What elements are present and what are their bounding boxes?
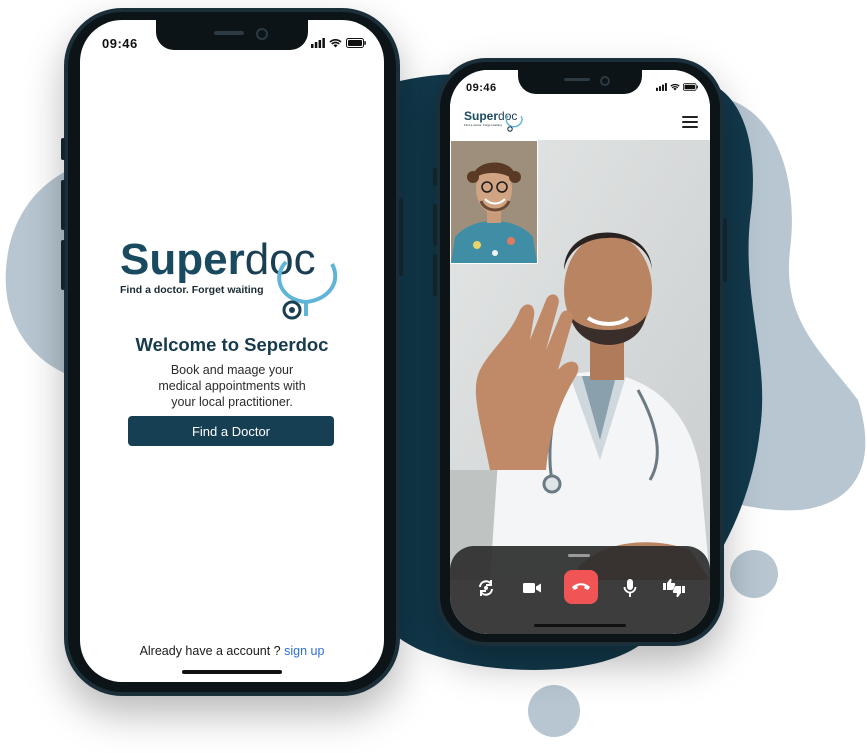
side-button: [61, 180, 65, 230]
phone-left: 09:46 Superdoc Find a doctor. Forget wai…: [61, 8, 403, 696]
switch-camera-button[interactable]: [470, 572, 502, 604]
phone-right: 09:46 Superdoc Find a doctor. Forget wai…: [433, 58, 727, 646]
home-indicator: [182, 670, 282, 674]
microphone-icon: [623, 579, 637, 597]
phone-left-screen: 09:46 Superdoc Find a doctor. Forget wai…: [80, 20, 384, 682]
thumbs-icon: [663, 578, 685, 598]
switch-camera-icon: [479, 580, 493, 596]
logo-text-super: Super: [464, 109, 499, 123]
video-feed-doctor: [450, 140, 710, 580]
battery-icon: [683, 83, 698, 91]
status-icons: [656, 83, 698, 91]
drag-handle[interactable]: [568, 554, 590, 557]
call-controls-bar: [450, 546, 710, 634]
small-circle-right: [730, 550, 778, 598]
wifi-icon: [670, 84, 680, 91]
signup-link[interactable]: sign up: [284, 644, 324, 658]
side-button: [723, 218, 727, 282]
wifi-icon: [329, 39, 342, 48]
logo-tagline: Find a doctor. Forget waiting: [120, 284, 264, 296]
header-logo[interactable]: Superdoc Find a doctor. Forget waiting: [464, 110, 534, 134]
stethoscope-icon: [505, 115, 523, 132]
side-button: [433, 168, 437, 186]
status-time: 09:46: [466, 82, 497, 94]
end-call-icon: [572, 583, 590, 590]
battery-icon: [346, 38, 366, 48]
find-doctor-button[interactable]: Find a Doctor: [128, 416, 334, 446]
feedback-button[interactable]: [658, 572, 690, 604]
welcome-description: Book and maage your medical appointments…: [80, 362, 384, 410]
side-button: [433, 204, 437, 246]
side-button: [433, 254, 437, 296]
description-line: your local practitioner.: [171, 395, 293, 409]
stethoscope-icon: [277, 260, 338, 320]
status-time: 09:46: [102, 36, 138, 51]
side-button: [61, 240, 65, 290]
signup-prompt: Already have a account ?: [139, 644, 281, 658]
video-camera-icon: [523, 583, 541, 593]
side-button: [399, 198, 403, 276]
menu-button[interactable]: [682, 116, 698, 131]
logo-tagline: Find a doctor. Forget waiting: [464, 123, 502, 127]
video-toggle-button[interactable]: [516, 572, 548, 604]
microphone-button[interactable]: [614, 572, 646, 604]
phone-right-screen: 09:46 Superdoc Find a doctor. Forget wai…: [450, 70, 710, 634]
logo-text-super: Super: [120, 235, 245, 284]
notch: [518, 70, 642, 94]
home-indicator: [534, 624, 626, 627]
self-view-pip[interactable]: [450, 140, 538, 264]
description-line: medical appointments with: [158, 379, 306, 393]
side-button: [61, 138, 65, 160]
superdoc-logo: Superdoc Find a doctor. Forget waiting: [120, 238, 350, 328]
status-icons: [311, 38, 366, 48]
description-line: Book and maage your: [170, 363, 294, 377]
notch: [156, 20, 308, 50]
patient-video-image: [451, 141, 537, 263]
welcome-title: Welcome to Seperdoc: [135, 334, 329, 355]
signal-icon: [656, 83, 667, 91]
signup-line: Already have a account ? sign up: [80, 644, 384, 658]
small-circle-bottom: [528, 685, 580, 737]
signal-icon: [311, 38, 325, 48]
end-call-button[interactable]: [564, 570, 598, 604]
